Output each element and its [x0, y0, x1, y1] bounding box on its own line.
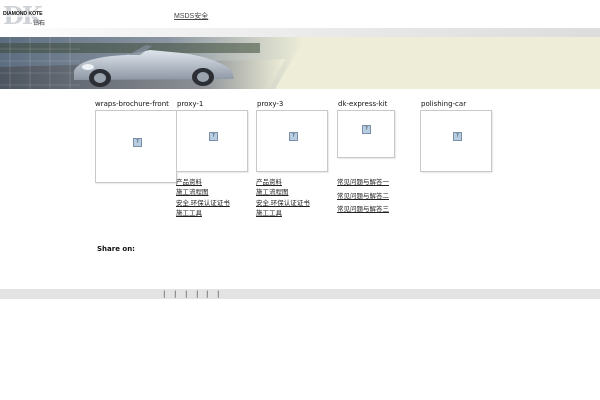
- logo-brand-text: DIAMOND KOTE: [3, 11, 43, 17]
- broken-image-icon: ?: [133, 138, 142, 147]
- footer-separator: |: [196, 290, 199, 298]
- diamond-kote-logo[interactable]: DK DIAMOND KOTE 钻石: [3, 4, 47, 28]
- broken-image-icon: ?: [453, 132, 462, 141]
- msds-safety-link[interactable]: MSDS安全: [174, 11, 208, 21]
- certificate-link[interactable]: 安全.环保认证证书: [256, 197, 310, 207]
- thumbnail-frame[interactable]: ?: [337, 110, 395, 158]
- broken-image-icon: ?: [209, 132, 218, 141]
- faq-link-1[interactable]: 常见问题与解答一: [337, 176, 389, 186]
- share-on-label: Share on:: [97, 245, 135, 253]
- faq-link-2[interactable]: 常见问题与解答二: [337, 190, 389, 200]
- gallery-caption: proxy-3: [257, 100, 284, 108]
- faq-link-3[interactable]: 常见问题与解答三: [337, 203, 389, 213]
- product-info-link[interactable]: 产品资料: [176, 176, 202, 186]
- footer-separator: |: [185, 290, 188, 298]
- thumbnail-frame[interactable]: ?: [176, 110, 248, 172]
- product-info-link[interactable]: 产品资料: [256, 176, 282, 186]
- certificate-link[interactable]: 安全.环保认证证书: [176, 197, 230, 207]
- footer-separator: |: [163, 290, 166, 298]
- process-flowchart-link[interactable]: 施工流程图: [256, 186, 289, 196]
- gallery-caption: polishing-car: [421, 100, 467, 108]
- thumbnail-frame[interactable]: ?: [420, 110, 492, 172]
- gallery-caption: proxy-1: [177, 100, 204, 108]
- logo-chinese-text: 钻石: [33, 20, 46, 27]
- hero-banner: [0, 37, 600, 89]
- footer-separator: |: [206, 290, 209, 298]
- header: DK DIAMOND KOTE 钻石 MSDS安全: [0, 0, 600, 28]
- footer-separator: |: [217, 290, 220, 298]
- footer-bar: [0, 289, 600, 299]
- header-divider-band: [0, 28, 600, 37]
- tools-link[interactable]: 施工工具: [256, 207, 282, 217]
- footer-separator: |: [174, 290, 177, 298]
- broken-image-icon: ?: [362, 125, 371, 134]
- process-flowchart-link[interactable]: 施工流程图: [176, 186, 209, 196]
- broken-image-icon: ?: [289, 132, 298, 141]
- tools-link[interactable]: 施工工具: [176, 207, 202, 217]
- silver-convertible-car-icon: [0, 37, 305, 89]
- gallery-caption: dk-express-kit: [338, 100, 388, 108]
- gallery-caption: wraps-brochure-front: [95, 100, 169, 108]
- thumbnail-frame[interactable]: ?: [95, 110, 177, 183]
- thumbnail-frame[interactable]: ?: [256, 110, 328, 172]
